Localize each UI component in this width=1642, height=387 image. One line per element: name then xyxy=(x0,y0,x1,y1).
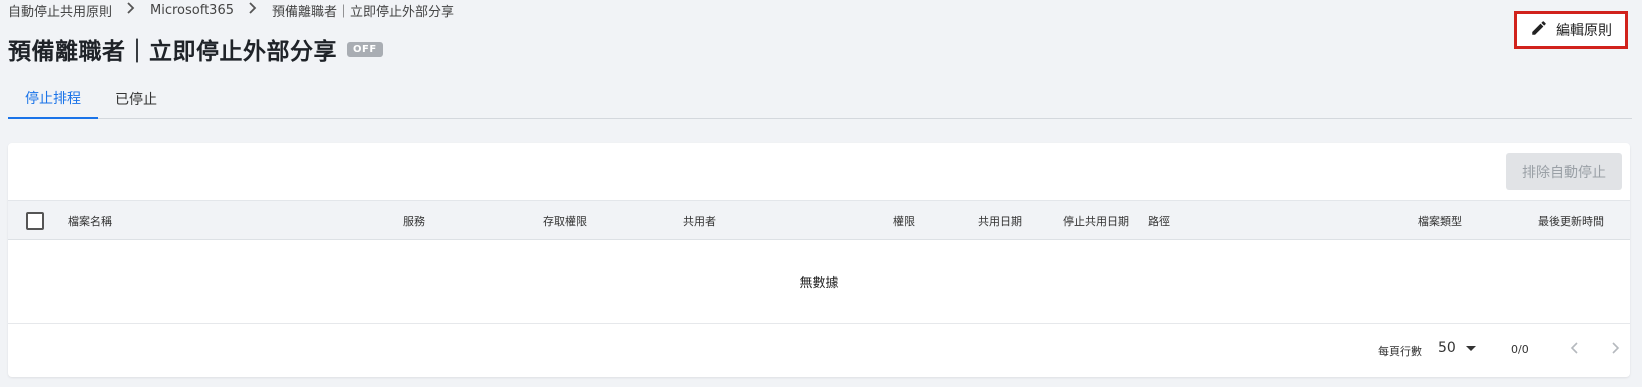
column-header-file-type[interactable]: 檔案類型 xyxy=(1418,201,1462,241)
breadcrumb-item-microsoft365[interactable]: Microsoft365 xyxy=(150,3,234,18)
breadcrumb-item-current: 預備離職者｜立即停止外部分享 xyxy=(272,4,455,20)
column-header-sharer[interactable]: 共用者 xyxy=(683,201,716,241)
column-header-last-updated[interactable]: 最後更新時間 xyxy=(1538,201,1604,241)
exclude-auto-stop-button[interactable]: 排除自動停止 xyxy=(1506,153,1622,190)
rows-per-page-value: 50 xyxy=(1438,340,1456,356)
table-header: 檔案名稱 服務 存取權限 共用者 權限 共用日期 停止共用日期 路徑 檔案類型 … xyxy=(8,200,1630,240)
tab-bar: 停止排程 已停止 xyxy=(8,78,1632,119)
caret-down-icon xyxy=(1465,345,1476,351)
pagination: 每頁行數 50 0/0 xyxy=(8,324,1630,376)
column-header-share-date[interactable]: 共用日期 xyxy=(978,201,1022,241)
edit-policy-button[interactable]: 編輯原則 xyxy=(1514,11,1628,49)
page-title: 預備離職者｜立即停止外部分享 xyxy=(8,39,337,65)
column-header-path[interactable]: 路徑 xyxy=(1148,201,1170,241)
column-header-stop-share-date[interactable]: 停止共用日期 xyxy=(1063,201,1129,241)
rows-per-page-select[interactable]: 50 xyxy=(1438,340,1476,356)
chevron-right-icon xyxy=(126,2,136,18)
title-row: 預備離職者｜立即停止外部分享 OFF xyxy=(8,32,383,66)
column-header-service[interactable]: 服務 xyxy=(403,201,425,241)
pencil-icon xyxy=(1530,19,1548,41)
status-badge: OFF xyxy=(347,41,383,57)
select-all-checkbox[interactable] xyxy=(26,212,44,230)
table-toolbar: 排除自動停止 xyxy=(8,143,1630,200)
chevron-right-icon xyxy=(248,2,258,18)
files-card: 排除自動停止 檔案名稱 服務 存取權限 共用者 權限 共用日期 停止共用日期 路… xyxy=(8,143,1630,377)
next-page-button[interactable] xyxy=(1604,338,1626,360)
breadcrumb: 自動停止共用原則 Microsoft365 預備離職者｜立即停止外部分享 xyxy=(8,0,454,20)
chevron-left-icon xyxy=(1568,341,1582,358)
empty-state: 無數據 xyxy=(8,240,1630,324)
empty-state-text: 無數據 xyxy=(799,276,839,291)
breadcrumb-item-policies[interactable]: 自動停止共用原則 xyxy=(8,1,112,20)
rows-per-page-label: 每頁行數 xyxy=(1378,345,1422,358)
prev-page-button[interactable] xyxy=(1564,338,1586,360)
page: 自動停止共用原則 Microsoft365 預備離職者｜立即停止外部分享 預備離… xyxy=(0,0,1642,387)
tab-stopped[interactable]: 已停止 xyxy=(98,78,174,119)
edit-policy-label: 編輯原則 xyxy=(1556,23,1612,39)
page-range: 0/0 xyxy=(1511,343,1529,356)
column-header-file-name[interactable]: 檔案名稱 xyxy=(68,201,112,241)
column-header-access[interactable]: 存取權限 xyxy=(543,201,587,241)
tab-scheduled-stop[interactable]: 停止排程 xyxy=(8,78,98,119)
column-header-permission[interactable]: 權限 xyxy=(893,201,915,241)
chevron-right-icon xyxy=(1608,341,1622,358)
